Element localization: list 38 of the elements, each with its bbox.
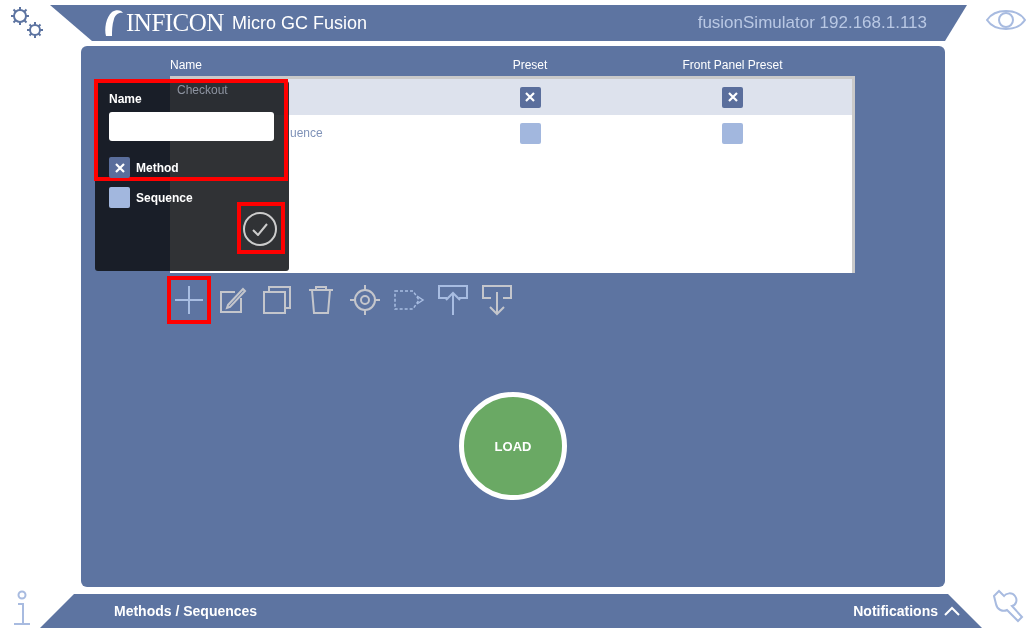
option-label: Sequence xyxy=(136,190,193,205)
column-header: Front Panel Preset xyxy=(682,58,783,72)
name-input-field[interactable] xyxy=(109,112,274,141)
x-mark-icon xyxy=(114,162,125,173)
download-icon xyxy=(481,284,513,316)
notifications-button[interactable]: Notifications xyxy=(853,603,960,619)
trash-icon xyxy=(308,285,334,315)
front-panel-preset-checkbox[interactable] xyxy=(722,122,743,144)
column-header: Name xyxy=(170,58,203,72)
plus-icon xyxy=(174,285,204,315)
logo-icon xyxy=(102,9,124,37)
load-button[interactable]: LOAD xyxy=(459,392,567,500)
device-address: fusionSimulator 192.168.1.113 xyxy=(697,13,927,33)
wrench-icon[interactable] xyxy=(990,588,1024,624)
type-checkbox[interactable] xyxy=(109,157,130,178)
column-header: Preset xyxy=(512,58,548,72)
x-mark-icon xyxy=(727,92,738,102)
brand-logo-text: INFICON xyxy=(126,9,224,37)
edit-icon xyxy=(219,286,247,314)
name-cell: uence xyxy=(290,126,323,140)
name-cell: Checkout xyxy=(177,83,228,97)
confirm-button[interactable] xyxy=(243,212,277,246)
add-button[interactable] xyxy=(167,276,211,324)
preset-checkbox[interactable] xyxy=(519,122,541,144)
upload-icon xyxy=(437,284,469,316)
section-title: Methods / Sequences xyxy=(114,603,258,619)
type-checkbox[interactable] xyxy=(109,187,130,208)
app-title: Micro GC Fusion xyxy=(231,12,367,34)
name-label: Name xyxy=(109,92,142,106)
preset-checkbox[interactable] xyxy=(519,86,541,108)
tag-arrow-icon xyxy=(393,288,425,312)
checkmark-icon xyxy=(252,222,268,236)
crosshair-icon xyxy=(349,284,381,316)
copy-icon xyxy=(262,285,292,315)
chevron-up-icon xyxy=(944,606,960,616)
front-panel-preset-checkbox[interactable] xyxy=(722,86,743,108)
x-mark-icon xyxy=(525,92,535,102)
option-label: Method xyxy=(136,160,179,175)
